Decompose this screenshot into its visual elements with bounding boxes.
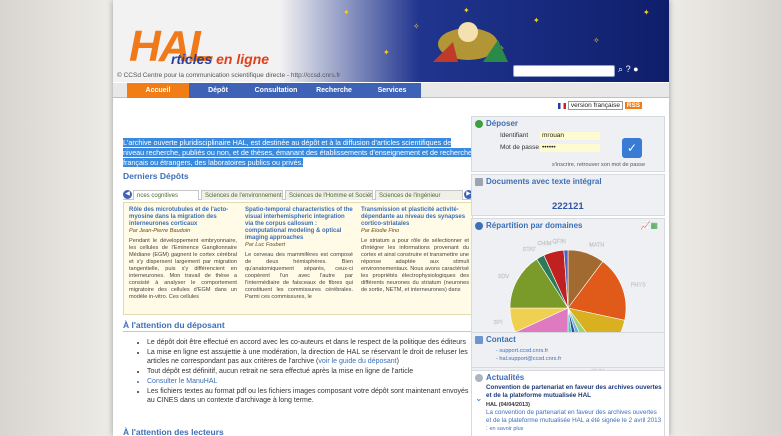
derniers-depots-title: Derniers Dépôts (123, 171, 189, 181)
deposer-box: Déposer Identifiant mrouan Mot de passe … (471, 116, 665, 172)
banner-figure-icon (433, 22, 508, 62)
documents-count: 222121 (552, 201, 584, 212)
domain-tabs: ◀ nces cognitives Sciences de l'environn… (123, 190, 473, 200)
header-banner: ✦ ✧ ✦ ✦ ✧ ✦ ✦ ✧ HAL rticles en ligne © C… (113, 0, 669, 82)
ccsd-credit: © CCSd Centre pour la communication scie… (117, 72, 341, 79)
article-title[interactable]: Rôle des microtubules et de l'acto-myosi… (129, 207, 237, 228)
pie-label: QFIN (552, 239, 565, 245)
actualites-box: Actualités ⌄ Convention de partenariat e… (471, 370, 665, 436)
header-icons: ⌕ ? ● (618, 64, 639, 75)
search-input[interactable] (513, 65, 615, 77)
contact-box: Contact - support.ccsd.cnrs.fr - hal.sup… (471, 332, 665, 368)
contact-email-link[interactable]: - hal.support@ccsd.cnrs.fr (496, 356, 561, 362)
news-icon (475, 374, 483, 382)
pie-label: MATH (589, 242, 604, 248)
intro-text: L'archive ouverte pluridisciplinaire HAL… (123, 138, 472, 167)
article-title[interactable]: Spatio-temporal characteristics of the v… (245, 207, 353, 242)
login-submit-button[interactable]: ✓ (622, 138, 642, 158)
backdrop-right (661, 0, 781, 436)
chart-view-icons[interactable]: 📈▦ (640, 221, 658, 230)
news-item-title[interactable]: Convention de partenariat en faveur des … (486, 384, 662, 400)
article-abstract: Le cerveau des mammifères est composé de… (245, 252, 353, 300)
documents-box: Documents avec texte intégral 222121 (471, 174, 665, 216)
pie-label: SPI (494, 320, 503, 326)
rule-item: Les fichiers textes au format pdf ou les… (147, 387, 469, 405)
contact-support-link[interactable]: - support.ccsd.cnrs.fr (496, 348, 548, 354)
document-icon (475, 178, 483, 186)
nav-depot[interactable]: Dépôt (189, 83, 247, 98)
article-card: Rôle des microtubules et de l'acto-myosi… (129, 207, 237, 301)
tab-homme-societe[interactable]: Sciences de l'Homme et Société (285, 190, 373, 200)
help-icon[interactable]: ? (626, 64, 631, 74)
pie-label: SDV (498, 274, 510, 280)
language-bar: version française RSS (558, 101, 643, 110)
globe-icon (475, 222, 483, 230)
identifiant-field[interactable]: mrouan (540, 132, 600, 140)
depositor-rules: Le dépôt doit être effectué en accord av… (147, 338, 469, 406)
manuhal-link[interactable]: Consulter le ManuHAL (147, 377, 469, 386)
article-title[interactable]: Transmission et plasticité activité-dépe… (361, 207, 469, 228)
pie-label: STAT (523, 247, 537, 253)
tab-prev-icon[interactable]: ◀ (123, 190, 132, 199)
deposer-title: Déposer (486, 119, 519, 128)
article-author: Par Elodie Fino (361, 228, 400, 234)
contact-title: Contact (486, 335, 516, 344)
deposer-icon (475, 120, 483, 128)
article-card: Spatio-temporal characteristics of the v… (245, 207, 353, 301)
repartition-title: Répartition par domaines (486, 221, 583, 230)
nav-accueil[interactable]: Accueil (127, 83, 189, 98)
mail-icon (475, 336, 483, 344)
pie-label: PHYS (631, 283, 646, 289)
nav-recherche[interactable]: Recherche (305, 83, 363, 98)
rule-item: Tout dépôt est définitif, aucun retrait … (147, 367, 469, 376)
news-item-text: La convention de partenariat en faveur d… (486, 409, 662, 432)
french-flag-icon (558, 102, 566, 109)
article-author: Par Jean-Pierre Baudoin (129, 228, 191, 234)
main-nav: Accueil Dépôt Consultation Recherche Ser… (113, 83, 669, 98)
backdrop-left (0, 0, 120, 436)
latest-articles: Rôle des microtubules et de l'acto-myosi… (123, 202, 473, 315)
hal-page: ✦ ✧ ✦ ✦ ✧ ✦ ✦ ✧ HAL rticles en ligne © C… (113, 0, 669, 436)
search-icon[interactable]: ⌕ (618, 64, 623, 74)
article-author: Par Luc Foubert (245, 242, 286, 248)
article-abstract: Pendant le développement embryonnaire, l… (129, 238, 237, 300)
pie-label: CHIM (537, 241, 551, 247)
signup-link[interactable]: s'inscrire, retrouver son mot de passe (552, 162, 645, 168)
nav-services[interactable]: Services (363, 83, 421, 98)
chevron-down-icon[interactable]: ⌄ (475, 393, 483, 404)
nav-consultation[interactable]: Consultation (247, 83, 305, 98)
password-field[interactable]: •••••• (540, 144, 600, 152)
news-more-link[interactable]: en savoir plus (490, 426, 524, 432)
language-select[interactable]: version française (567, 101, 623, 110)
rule-item: La mise en ligne est assujettie à une mo… (147, 348, 469, 366)
tab-environnement[interactable]: Sciences de l'environnement (201, 190, 283, 200)
news-item-date: HAL (04/04/2013) (486, 402, 530, 408)
rss-icon[interactable]: RSS (624, 102, 643, 109)
article-card: Transmission et plasticité activité-dépe… (361, 207, 469, 294)
divider (123, 331, 473, 332)
rule-item: Le dépôt doit être effectué en accord av… (147, 338, 469, 347)
article-abstract: Le striatum a pour rôle de sélectionner … (361, 238, 469, 293)
attention-lecteurs-title: À l'attention des lecteurs (123, 427, 224, 436)
tab-cognitives[interactable]: nces cognitives (133, 190, 199, 200)
tab-ingenieur[interactable]: Sciences de l'ingénieur (375, 190, 463, 200)
attention-deposant-title: À l'attention du déposant (123, 320, 225, 330)
documents-title: Documents avec texte intégral (486, 177, 602, 186)
user-icon[interactable]: ● (633, 64, 638, 74)
identifiant-label: Identifiant (500, 132, 529, 139)
guide-link[interactable]: voir le guide du déposant (318, 358, 396, 365)
password-label: Mot de passe (500, 144, 540, 151)
hal-logo-subtitle: rticles en ligne (171, 51, 270, 67)
actualites-title: Actualités (486, 373, 525, 382)
